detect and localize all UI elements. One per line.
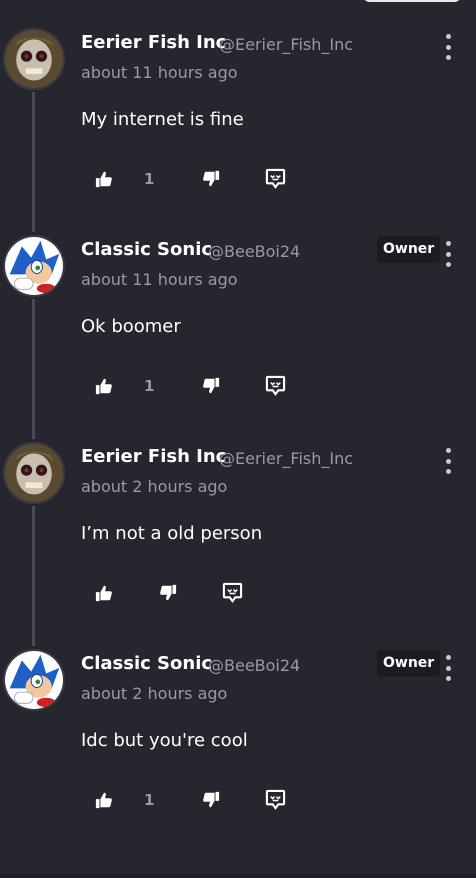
skull-avatar-icon[interactable] [3,442,65,504]
comment-text: My internet is fine [81,109,244,130]
comment: Classic Sonic @BeeBoi24 about 11 hours a… [0,207,476,414]
comment-time: about 2 hours ago [81,477,228,496]
author-name[interactable]: Eerier Fish Inc [81,32,226,53]
reply-icon[interactable] [222,582,243,603]
like-count: 1 [144,791,155,809]
author-handle[interactable]: @Eerier_Fish_Inc [219,449,353,468]
comment-time: about 11 hours ago [81,270,238,289]
comment-text: Idc but you're cool [81,730,248,751]
author-name[interactable]: Classic Sonic [81,653,212,674]
sonic-avatar-icon[interactable] [3,649,65,711]
thumbs-down-icon[interactable] [202,170,220,188]
thumbs-up-icon[interactable] [95,377,113,395]
more-options-icon[interactable] [440,448,456,474]
bottom-divider [0,874,476,878]
owner-badge: Owner [377,650,441,677]
reply-icon[interactable] [265,375,286,396]
owner-badge: Owner [377,236,441,263]
thumbs-down-icon[interactable] [202,377,220,395]
author-name[interactable]: Classic Sonic [81,239,212,260]
skull-avatar-icon[interactable] [3,28,65,90]
thumbs-down-icon[interactable] [159,584,177,602]
comment-text: I’m not a old person [81,523,263,544]
more-options-icon[interactable] [440,34,456,60]
reply-icon[interactable] [265,789,286,810]
thumbs-down-icon[interactable] [202,791,220,809]
comment-time: about 11 hours ago [81,63,238,82]
comment-time: about 2 hours ago [81,684,228,703]
author-name[interactable]: Eerier Fish Inc [81,446,226,467]
more-options-icon[interactable] [440,655,456,681]
more-options-icon[interactable] [440,241,456,267]
author-handle[interactable]: @Eerier_Fish_Inc [219,35,353,54]
like-count: 1 [144,170,155,188]
thumbs-up-icon[interactable] [95,584,113,602]
author-handle[interactable]: @BeeBoi24 [208,242,300,261]
comment: Eerier Fish Inc @Eerier_Fish_Inc about 2… [0,414,476,621]
sonic-avatar-icon[interactable] [3,235,65,297]
thumbs-up-icon[interactable] [95,170,113,188]
comment: Classic Sonic @BeeBoi24 about 2 hours ag… [0,621,476,828]
comment: Eerier Fish Inc @Eerier_Fish_Inc about 1… [0,0,476,207]
reply-icon[interactable] [265,168,286,189]
comment-text: Ok boomer [81,316,181,337]
author-handle[interactable]: @BeeBoi24 [208,656,300,675]
like-count: 1 [144,377,155,395]
thumbs-up-icon[interactable] [95,791,113,809]
